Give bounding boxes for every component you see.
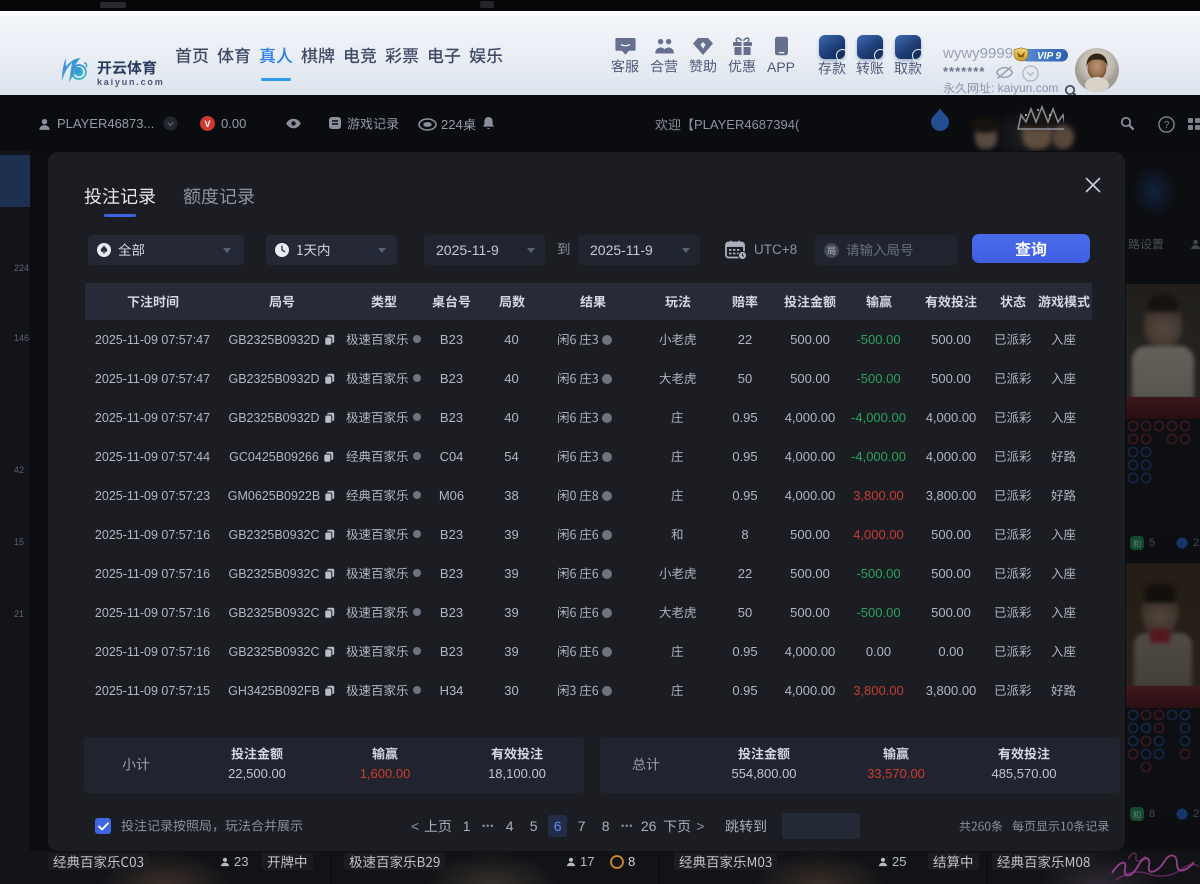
svg-text:V: V <box>204 119 210 129</box>
svg-text:?: ? <box>1164 120 1170 131</box>
svg-text:VIP 9: VIP 9 <box>1037 51 1062 62</box>
